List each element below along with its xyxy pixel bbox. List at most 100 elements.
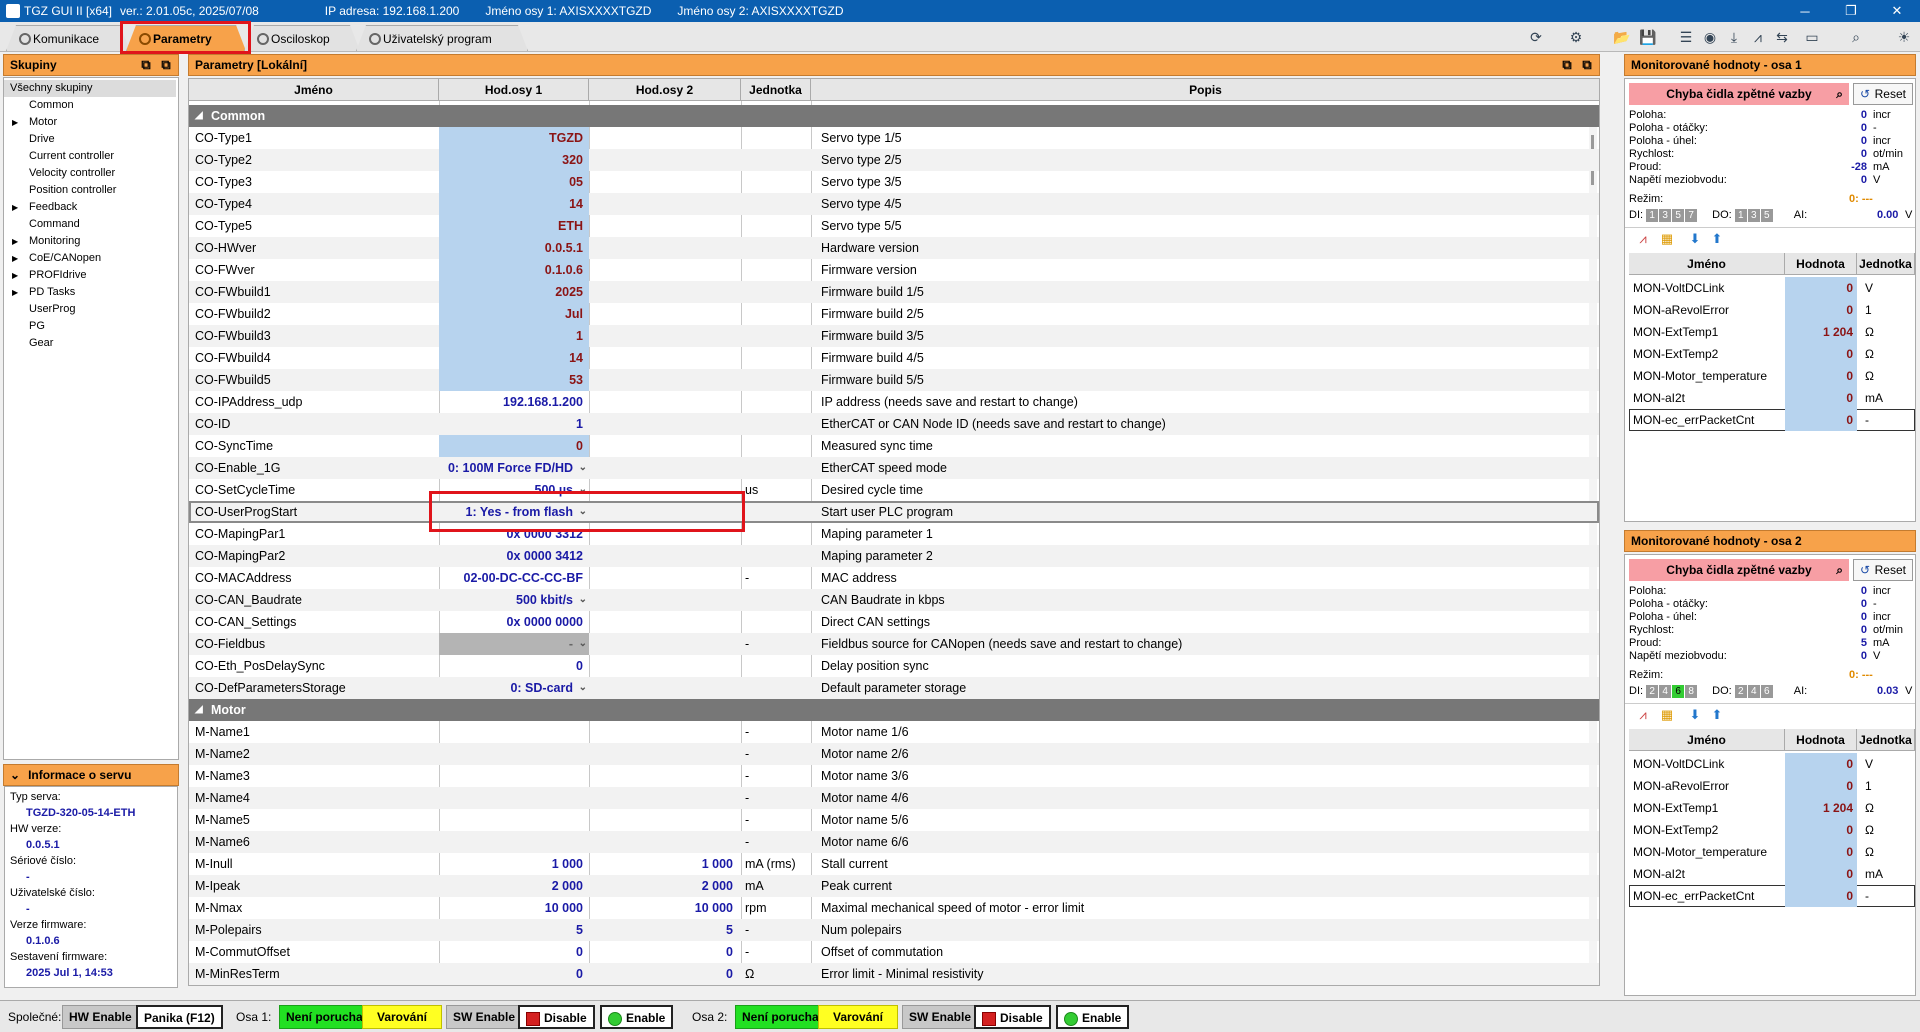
monitor-row[interactable]: MON-ExtTemp1 1 204 Ω (1629, 797, 1915, 819)
monitor-row[interactable]: MON-ExtTemp1 1 204 Ω (1629, 321, 1915, 343)
param-row[interactable]: CO-DefParametersStorage 0: SD-card ⌄ Defaul… (189, 677, 1599, 699)
param-value-axis2[interactable] (589, 567, 739, 589)
monitor-row[interactable]: MON-aI2t 0 mA (1629, 387, 1915, 409)
tree-item[interactable]: ▶ Monitoring (4, 233, 176, 250)
search-icon[interactable]: ⌕ (1836, 83, 1843, 105)
expand-arrow-icon[interactable]: ▶ (12, 284, 18, 301)
tree-item[interactable]: Velocity controller (4, 165, 176, 182)
param-row[interactable]: CO-Enable_1G 0: 100M Force FD/HD ⌄ EtherCAT… (189, 457, 1599, 479)
param-row[interactable]: CO-Type3 05 Servo type 3/5 (189, 171, 1599, 193)
col-unit[interactable]: Jednotka (741, 79, 811, 101)
param-row[interactable]: M-Ipeak 2 000 2 000 mA Peak current (189, 875, 1599, 897)
param-row[interactable]: CO-IPAddress_udp 192.168.1.200 IP address … (189, 391, 1599, 413)
param-row[interactable]: CO-ID 1 EtherCAT or CAN Node ID (needs sav… (189, 413, 1599, 435)
dropdown-chevron-icon[interactable]: ⌄ (579, 589, 587, 611)
param-value-axis1[interactable]: 192.168.1.200 (439, 391, 589, 413)
param-row[interactable]: M-Name5 - Motor name 5/6 (189, 809, 1599, 831)
settings-icon[interactable]: ⚙ (1566, 27, 1586, 47)
save-icon[interactable]: 💾 (1638, 27, 1658, 47)
collapse-all-icon[interactable]: ⧉ (1559, 57, 1575, 73)
param-value-axis1[interactable]: 5 (439, 919, 589, 941)
expand-arrow-icon[interactable]: ▶ (12, 267, 18, 284)
reset-button[interactable]: ↺ Reset (1853, 559, 1913, 581)
param-value-axis1[interactable]: 500 kbit/s ⌄ (439, 589, 589, 611)
param-row[interactable]: M-Inull 1 000 1 000 mA (rms) Stall current (189, 853, 1599, 875)
param-value-axis2[interactable] (589, 501, 739, 523)
param-row[interactable]: CO-Type5 ETH Servo type 5/5 (189, 215, 1599, 237)
param-value-axis1[interactable]: ETH (439, 215, 589, 237)
param-row[interactable]: CO-MapingPar1 0x 0000 3312 Maping paramete… (189, 523, 1599, 545)
param-value-axis1[interactable]: 1: Yes - from flash ⌄ (439, 501, 589, 523)
param-row[interactable]: CO-Type2 320 Servo type 2/5 (189, 149, 1599, 171)
param-row[interactable]: CO-Fieldbus - ⌄ - Fieldbus source for CANope… (189, 633, 1599, 655)
param-value-axis1[interactable]: 0 (439, 435, 589, 457)
param-value-axis2[interactable] (589, 237, 739, 259)
chart-icon[interactable]: ⩘ (1748, 27, 1768, 47)
param-row[interactable]: CO-FWbuild4 14 Firmware build 4/5 (189, 347, 1599, 369)
param-value-axis2[interactable] (589, 633, 739, 655)
param-row[interactable]: CO-FWbuild3 1 Firmware build 3/5 (189, 325, 1599, 347)
col-name[interactable]: Jméno (1629, 729, 1785, 751)
param-row[interactable]: M-Polepairs 5 5- Num polepairs (189, 919, 1599, 941)
param-value-axis2[interactable] (589, 413, 739, 435)
param-row[interactable]: M-Nmax 10 000 10 000 rpm Maximal mechanical … (189, 897, 1599, 919)
list-view-icon[interactable]: ☰ (1676, 27, 1696, 47)
param-value-axis1[interactable]: 1 (439, 325, 589, 347)
arrow-down-icon[interactable]: ⬇ (1687, 707, 1703, 723)
param-row[interactable]: CO-MapingPar2 0x 0000 3412 Maping paramete… (189, 545, 1599, 567)
param-value-axis2[interactable]: 1 000 (589, 853, 739, 875)
param-value-axis2[interactable] (589, 765, 739, 787)
param-value-axis2[interactable] (589, 369, 739, 391)
monitor-row[interactable]: MON-VoltDCLink 0 V (1629, 753, 1915, 775)
param-value-axis2[interactable]: 5 (589, 919, 739, 941)
grid-icon[interactable]: ▦ (1659, 231, 1675, 247)
param-value-axis1[interactable]: 02-00-DC-CC-CC-BF (439, 567, 589, 589)
param-value-axis1[interactable]: 0: 100M Force FD/HD ⌄ (439, 457, 589, 479)
compare-icon[interactable]: ⇆ (1772, 27, 1792, 47)
record-icon[interactable]: ◉ (1700, 27, 1720, 47)
param-value-axis2[interactable] (589, 721, 739, 743)
param-row[interactable]: M-Name4 - Motor name 4/6 (189, 787, 1599, 809)
tree-item[interactable]: ▶ PROFIdrive (4, 267, 176, 284)
param-value-axis1[interactable]: 14 (439, 193, 589, 215)
param-value-axis1[interactable]: 320 (439, 149, 589, 171)
param-value-axis2[interactable] (589, 215, 739, 237)
param-value-axis2[interactable] (589, 171, 739, 193)
param-value-axis2[interactable]: 2 000 (589, 875, 739, 897)
param-value-axis1[interactable]: 0 (439, 941, 589, 963)
tree-item[interactable]: Command (4, 216, 176, 233)
param-value-axis2[interactable] (589, 435, 739, 457)
param-value-axis2[interactable] (589, 281, 739, 303)
param-row[interactable]: CO-SetCycleTime 500 µs ⌄ us Desired cycle ti… (189, 479, 1599, 501)
expand-all-icon[interactable]: ⧉ (158, 57, 174, 73)
param-value-axis2[interactable] (589, 149, 739, 171)
server-info-header[interactable]: ⌄ Informace o servu (3, 764, 179, 786)
arrow-up-icon[interactable]: ⬆ (1709, 231, 1725, 247)
tree-item[interactable]: Všechny skupiny (4, 80, 176, 97)
param-value-axis1[interactable]: 1 (439, 413, 589, 435)
dropdown-chevron-icon[interactable]: ⌄ (579, 501, 587, 523)
axis1-disable-button[interactable]: Disable (518, 1005, 595, 1029)
expand-arrow-icon[interactable]: ▶ (12, 233, 18, 250)
param-value-axis2[interactable] (589, 479, 739, 501)
param-value-axis1[interactable]: - ⌄ (439, 633, 589, 655)
monitor-row[interactable]: MON-ec_errPacketCnt 0- (1629, 885, 1915, 907)
param-row[interactable]: M-CommutOffset 0 0- Offset of commutation (189, 941, 1599, 963)
param-value-axis1[interactable]: 10 000 (439, 897, 589, 919)
col-unit[interactable]: Jednotka (1857, 729, 1915, 751)
refresh-icon[interactable]: ⟳ (1526, 27, 1546, 47)
tab-komunikace[interactable]: Komunikace (6, 25, 130, 51)
param-value-axis1[interactable]: 14 (439, 347, 589, 369)
zoom-icon[interactable]: ⌕ (1846, 27, 1866, 47)
col-name[interactable]: Jméno (189, 79, 439, 101)
param-row[interactable]: CO-CAN_Baudrate 500 kbit/s ⌄ CAN Baudrate i… (189, 589, 1599, 611)
search-icon[interactable]: ⌕ (1836, 559, 1843, 581)
close-button[interactable]: ✕ (1874, 0, 1920, 22)
dropdown-chevron-icon[interactable]: ⌄ (579, 479, 587, 501)
param-value-axis1[interactable]: Jul (439, 303, 589, 325)
help-icon[interactable]: ☀ (1894, 27, 1914, 47)
param-row[interactable]: M-MinResTerm 0 0 Ω Error limit - Minimal res… (189, 963, 1599, 985)
param-value-axis1[interactable] (439, 743, 589, 765)
monitor-row[interactable]: MON-Motor_temperature 0 Ω (1629, 365, 1915, 387)
tree-item[interactable]: ▶ PD Tasks (4, 284, 176, 301)
